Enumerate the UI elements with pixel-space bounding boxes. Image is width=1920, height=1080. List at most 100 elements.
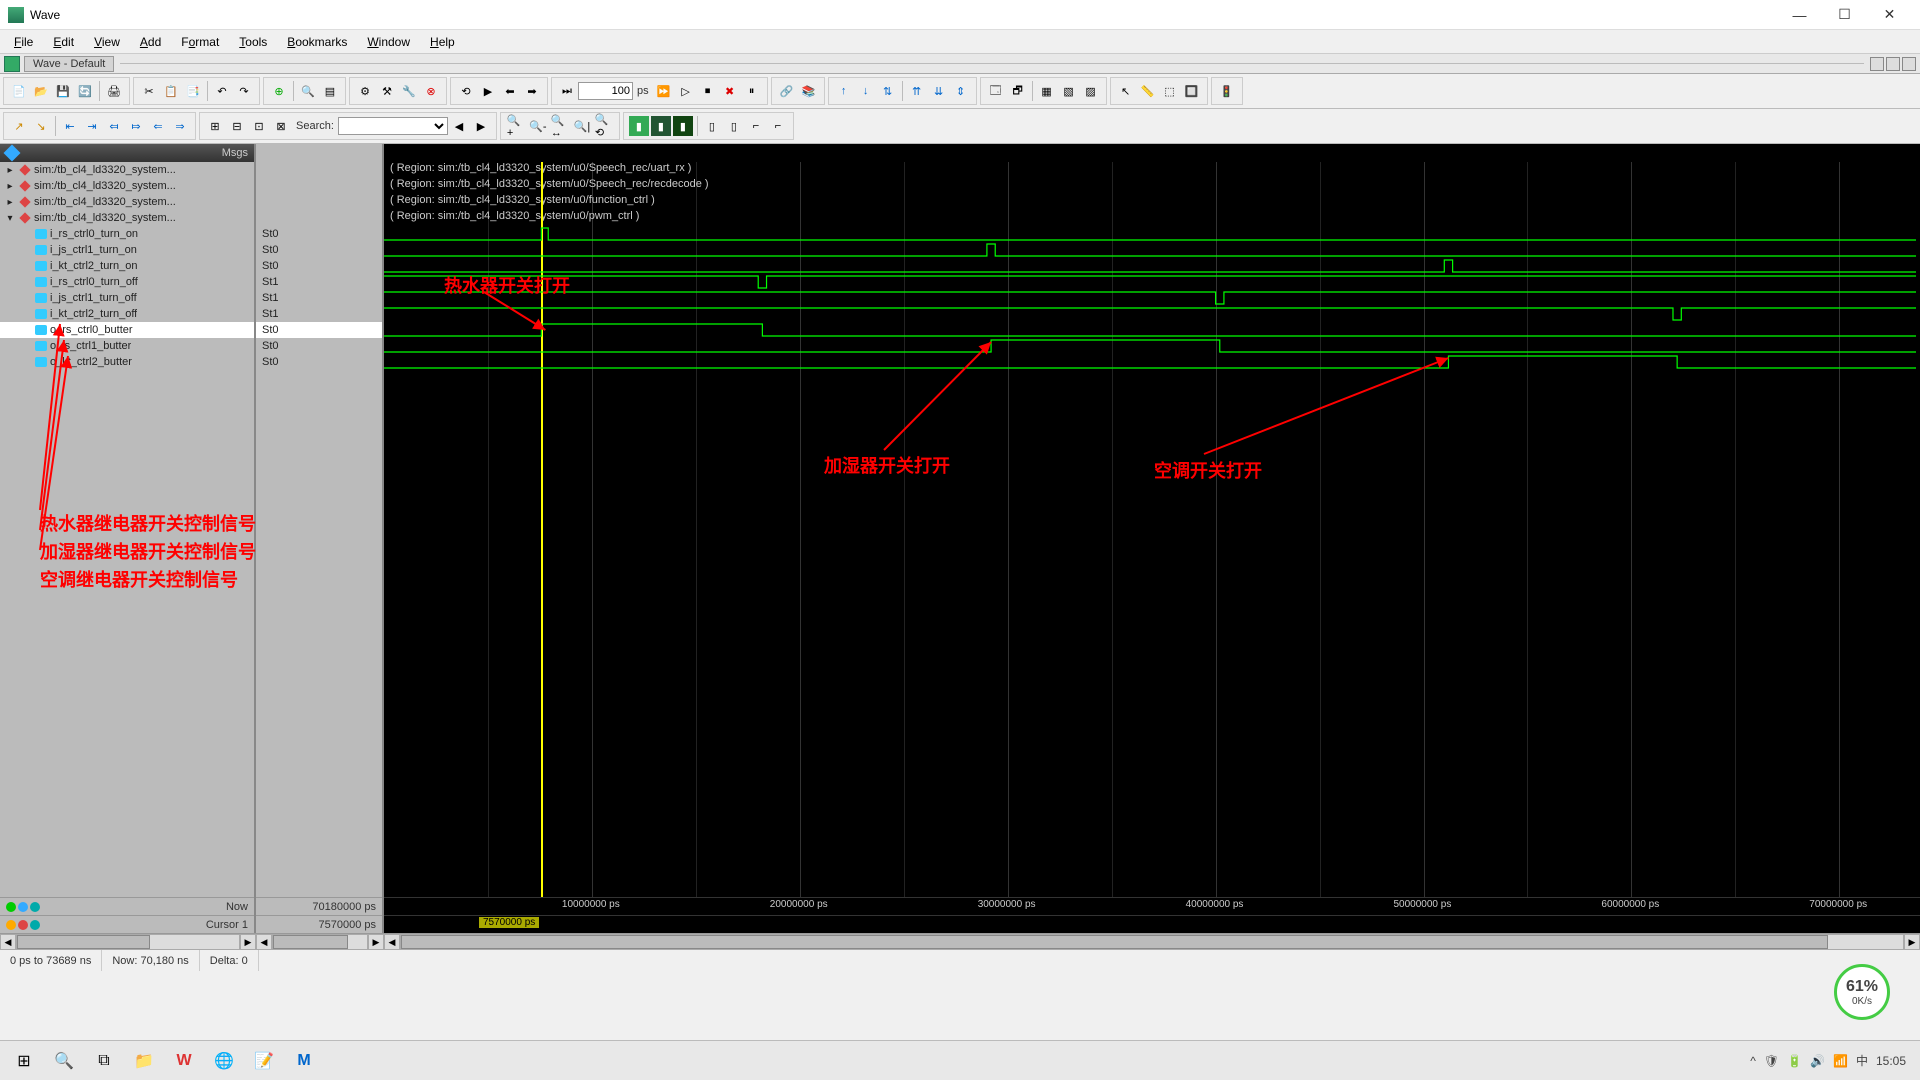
signal-row[interactable]: i_kt_ctrl2_turn_on [0,258,254,274]
wps-icon[interactable]: W [164,1043,204,1079]
format5-icon[interactable]: ▯ [724,116,744,136]
break-icon[interactable]: ⊗ [421,81,441,101]
layout1-icon[interactable]: ▦ [1037,81,1057,101]
undo-icon[interactable]: ↶ [212,81,232,101]
signal-row[interactable]: i_js_ctrl1_turn_on [0,242,254,258]
explorer-icon[interactable]: 📁 [124,1043,164,1079]
cursor-mark[interactable]: 7570000 ps [479,917,539,928]
wave-scroll-left-icon[interactable]: ◀ [384,934,400,950]
signal-row[interactable]: i_rs_ctrl0_turn_on [0,226,254,242]
tab-wave-default[interactable]: Wave - Default [24,56,114,72]
prev-edge-icon[interactable]: ⇤ [60,116,80,136]
minimize-button[interactable]: — [1777,1,1822,29]
value-hscroll[interactable] [272,934,368,950]
region-icon[interactable]: ⬚ [1160,81,1180,101]
cursor-down-icon[interactable]: ↓ [856,81,876,101]
signal-group[interactable]: ▸sim:/tb_cl4_ld3320_system... [0,194,254,210]
taskview-button[interactable]: ⧉ [84,1043,124,1079]
tray-battery-icon[interactable]: 🔋 [1787,1054,1802,1068]
collapse-all-icon[interactable]: ⊠ [271,116,291,136]
zoom-full-icon[interactable]: 🔍↔ [550,116,570,136]
edge-fall-icon[interactable]: ↘ [31,116,51,136]
cursor-up-icon[interactable]: ↑ [834,81,854,101]
search-prev-icon[interactable]: ◀ [449,116,469,136]
format6-icon[interactable]: ⌐ [746,116,766,136]
step-back-icon[interactable]: ⬅ [500,81,520,101]
scroll-left-icon[interactable]: ◀ [0,934,16,950]
layout2-icon[interactable]: ▧ [1059,81,1079,101]
tab-max-icon[interactable] [1886,57,1900,71]
signal-row[interactable]: i_js_ctrl1_turn_off [0,290,254,306]
modelsim-icon[interactable]: M [284,1043,324,1079]
cursor-sync-icon[interactable]: ⇅ [878,81,898,101]
zoom-cursor-icon[interactable]: 🔍| [572,116,592,136]
step-fwd-icon[interactable]: ➡ [522,81,542,101]
pause-icon[interactable]: ⏸ [742,81,762,101]
format3-icon[interactable]: ▮ [673,116,693,136]
wave-hscroll[interactable] [400,934,1904,950]
open-icon[interactable]: 📂 [31,81,51,101]
restart-icon[interactable]: ⟲ [456,81,476,101]
tray-time[interactable]: 15:05 [1876,1054,1906,1068]
lib-icon[interactable]: 📚 [799,81,819,101]
tray-up-icon[interactable]: ^ [1750,1054,1756,1068]
cut-icon[interactable]: ✂ [139,81,159,101]
signal-group[interactable]: ▾sim:/tb_cl4_ld3320_system... [0,210,254,226]
next-edge-icon[interactable]: ⇥ [82,116,102,136]
menu-view[interactable]: View [84,33,130,51]
format1-icon[interactable]: ▮ [629,116,649,136]
search-button[interactable]: 🔍 [44,1043,84,1079]
cursor-both-icon[interactable]: ⇕ [951,81,971,101]
windows-icon[interactable]: 🗗 [1008,81,1028,101]
browser-icon[interactable]: 🌐 [204,1043,244,1079]
menu-format[interactable]: Format [171,33,229,51]
search-select[interactable] [338,117,448,135]
start-button[interactable]: ⊞ [4,1043,44,1079]
val-scroll-right-icon[interactable]: ▶ [368,934,384,950]
zoom-in-icon[interactable]: 🔍+ [506,116,526,136]
find-icon[interactable]: 🔍 [298,81,318,101]
scroll-right-icon[interactable]: ▶ [240,934,256,950]
expand-icon[interactable]: ⊞ [205,116,225,136]
last-edge-icon[interactable]: ⇒ [170,116,190,136]
signal-group[interactable]: ▸sim:/tb_cl4_ld3320_system... [0,162,254,178]
notepad-icon[interactable]: 📝 [244,1043,284,1079]
prev-trans-icon[interactable]: ⤆ [104,116,124,136]
copy-icon[interactable]: 📋 [161,81,181,101]
tray-net-icon[interactable]: 📶 [1833,1054,1848,1068]
run-length-icon[interactable]: ⏭ [557,81,577,101]
wave-scroll-right-icon[interactable]: ▶ [1904,934,1920,950]
search-next-icon[interactable]: ▶ [471,116,491,136]
cursor-down2-icon[interactable]: ⇊ [929,81,949,101]
edge-rise-icon[interactable]: ↗ [9,116,29,136]
next-trans-icon[interactable]: ⤇ [126,116,146,136]
maximize-button[interactable]: ☐ [1822,1,1867,29]
tab-close-icon[interactable] [1902,57,1916,71]
tray-volume-icon[interactable]: 🔊 [1810,1054,1825,1068]
filter-icon[interactable]: ▤ [320,81,340,101]
format4-icon[interactable]: ▯ [702,116,722,136]
tray-shield-icon[interactable]: 🛡 [1764,1054,1779,1068]
menu-file[interactable]: File [4,33,43,51]
compile-all-icon[interactable]: ⚒ [377,81,397,101]
print-icon[interactable]: 🖨 [104,81,124,101]
run-icon[interactable]: ▶ [478,81,498,101]
window-icon[interactable]: 🗔 [986,81,1006,101]
zoom-region-icon[interactable]: 🔲 [1182,81,1202,101]
menu-add[interactable]: Add [130,33,171,51]
signal-hscroll[interactable] [16,934,240,950]
select-icon[interactable]: ↖ [1116,81,1136,101]
link-icon[interactable]: 🔗 [777,81,797,101]
compile-icon[interactable]: ⚙ [355,81,375,101]
tab-min-icon[interactable] [1870,57,1884,71]
redo-icon[interactable]: ↷ [234,81,254,101]
break-sim-icon[interactable]: ✖ [720,81,740,101]
zoom-last-icon[interactable]: 🔍⟲ [594,116,614,136]
measure-icon[interactable]: 📏 [1138,81,1158,101]
traffic-icon[interactable]: 🚦 [1217,81,1237,101]
add-signal-icon[interactable]: ⊕ [269,81,289,101]
wave-pane[interactable]: ( Region: sim:/tb_cl4_ld3320_system/u0/S… [384,144,1920,933]
menu-edit[interactable]: Edit [43,33,84,51]
tray-ime-icon[interactable]: 中 [1856,1052,1868,1069]
menu-help[interactable]: Help [420,33,465,51]
